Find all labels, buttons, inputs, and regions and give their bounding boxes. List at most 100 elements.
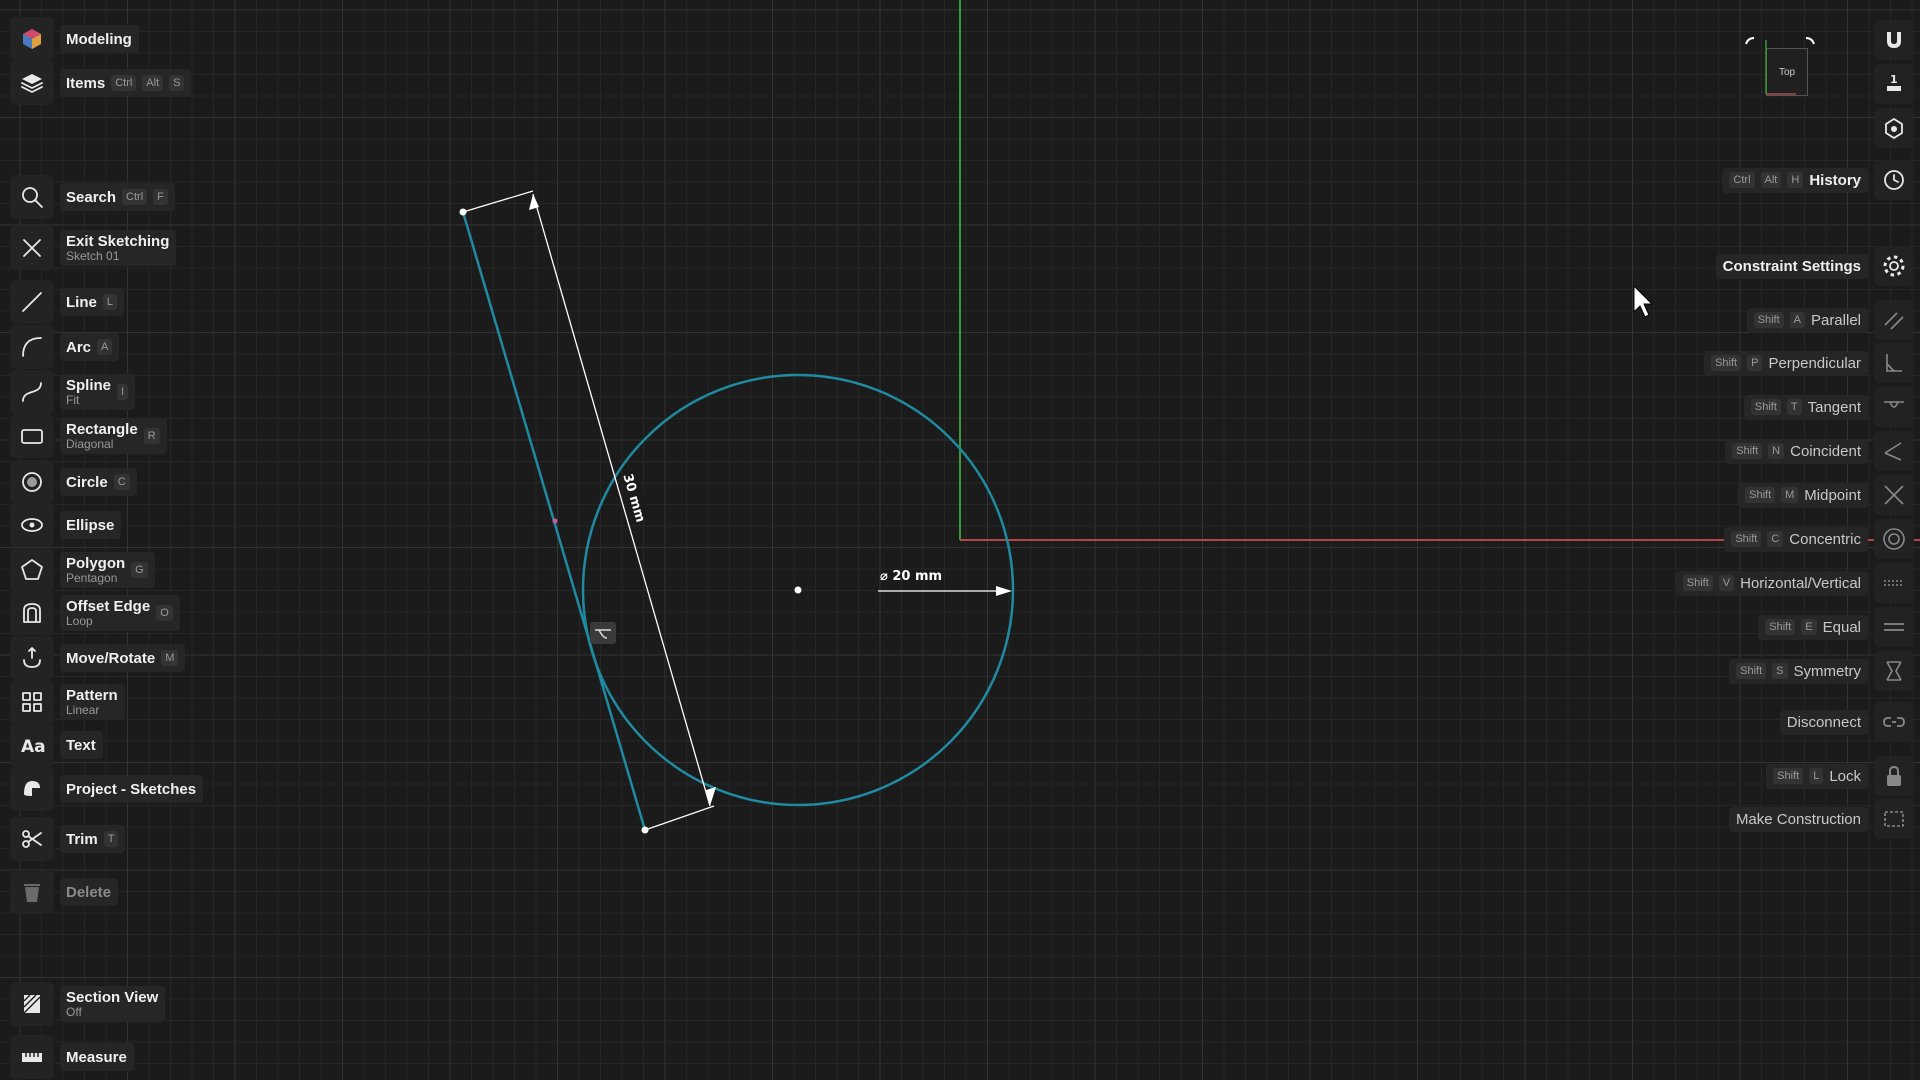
project-icon[interactable]: [10, 767, 54, 811]
tangent-icon[interactable]: [1874, 387, 1914, 427]
tool-label[interactable]: Arc A: [60, 333, 120, 361]
offset-edge-tool[interactable]: Offset Edge Loop O: [10, 591, 180, 635]
snap-icon[interactable]: [1874, 108, 1914, 148]
arc-icon[interactable]: [10, 325, 54, 369]
circle-tool[interactable]: Circle C: [10, 460, 137, 504]
parallel-constraint[interactable]: Shift A Parallel: [1746, 300, 1914, 340]
constraint-label[interactable]: Shift C Concentric: [1724, 526, 1868, 552]
trim-tool[interactable]: Trim T: [10, 817, 126, 861]
ellipse-icon[interactable]: [10, 503, 54, 547]
tool-label[interactable]: Modeling: [60, 25, 139, 53]
scale-icon[interactable]: 1: [1874, 64, 1914, 104]
symmetry-icon[interactable]: [1874, 651, 1914, 691]
offset-icon[interactable]: [10, 591, 54, 635]
ellipse-tool[interactable]: Ellipse: [10, 503, 122, 547]
horizontal-vertical-constraint[interactable]: Shift V Horizontal/Vertical: [1675, 563, 1914, 603]
parallel-icon[interactable]: [1874, 300, 1914, 340]
constraint-label[interactable]: Shift N Coincident: [1725, 438, 1868, 464]
spline-tool[interactable]: Spline Fit I: [10, 370, 136, 414]
lock-constraint[interactable]: Shift L Lock: [1766, 756, 1914, 796]
tool-label[interactable]: Exit Sketching Sketch 01: [60, 230, 177, 266]
text-icon[interactable]: Aa: [10, 723, 54, 767]
constraint-label[interactable]: Shift L Lock: [1766, 763, 1868, 789]
rectangle-tool[interactable]: Rectangle Diagonal R: [10, 414, 167, 458]
equal-icon[interactable]: [1874, 607, 1914, 647]
mode-button[interactable]: Modeling: [10, 17, 139, 61]
make-construction-button[interactable]: Make Construction: [1728, 799, 1914, 839]
project-sketches-tool[interactable]: Project - Sketches: [10, 767, 204, 811]
tool-label[interactable]: Rectangle Diagonal R: [60, 418, 167, 454]
pentagon-icon[interactable]: [10, 548, 54, 592]
perpendicular-constraint[interactable]: Shift P Perpendicular: [1704, 343, 1914, 383]
ruler-icon[interactable]: [10, 1035, 54, 1079]
close-icon[interactable]: [10, 226, 54, 270]
constraint-label[interactable]: Shift P Perpendicular: [1704, 350, 1868, 376]
delete-button[interactable]: Delete: [10, 870, 119, 914]
disconnect-button[interactable]: Disconnect: [1779, 702, 1914, 742]
pattern-tool[interactable]: Pattern Linear: [10, 680, 125, 724]
sketch-canvas[interactable]: 30 mm ⌀ 20 mm: [0, 0, 1920, 1080]
tool-label[interactable]: Circle C: [60, 468, 137, 496]
tool-label[interactable]: Delete: [60, 878, 119, 906]
constraint-label[interactable]: Shift E Equal: [1758, 614, 1868, 640]
tool-label[interactable]: Project - Sketches: [60, 775, 204, 803]
grid-pattern-icon[interactable]: [10, 680, 54, 724]
rectangle-icon[interactable]: [10, 414, 54, 458]
search-button[interactable]: Search Ctrl F: [10, 175, 175, 219]
tool-label[interactable]: Items Ctrl Alt S: [60, 69, 192, 97]
horizontal-vertical-icon[interactable]: [1874, 563, 1914, 603]
arc-tool[interactable]: Arc A: [10, 325, 120, 369]
exit-sketching-button[interactable]: Exit Sketching Sketch 01: [10, 226, 177, 270]
tangent-constraint-glyph[interactable]: [590, 622, 616, 644]
spline-icon[interactable]: [10, 370, 54, 414]
constraint-label[interactable]: Make Construction: [1728, 806, 1868, 832]
constraint-label[interactable]: Shift M Midpoint: [1738, 482, 1868, 508]
line-icon[interactable]: [10, 280, 54, 324]
scissors-icon[interactable]: [10, 817, 54, 861]
diameter-dimension-label[interactable]: ⌀ 20 mm: [880, 569, 942, 584]
tool-label[interactable]: Section View Off: [60, 986, 166, 1022]
section-view-button[interactable]: Section View Off: [10, 982, 166, 1026]
circle-center-point[interactable]: [794, 586, 802, 594]
tool-label[interactable]: Measure: [60, 1043, 134, 1071]
constraint-settings-button[interactable]: Constraint Settings: [1715, 246, 1914, 286]
tool-label[interactable]: Polygon Pentagon G: [60, 552, 155, 588]
tool-label[interactable]: Line L: [60, 288, 124, 316]
concentric-icon[interactable]: [1874, 519, 1914, 559]
midpoint-icon[interactable]: [1874, 475, 1914, 515]
constraint-label[interactable]: Shift S Symmetry: [1729, 658, 1868, 684]
disconnect-icon[interactable]: [1874, 702, 1914, 742]
clock-icon[interactable]: [1874, 160, 1914, 200]
coincident-icon[interactable]: [1874, 431, 1914, 471]
tool-label[interactable]: Move/Rotate M: [60, 644, 186, 672]
trash-icon[interactable]: [10, 870, 54, 914]
constraint-label[interactable]: Constraint Settings: [1715, 253, 1868, 279]
circle-icon[interactable]: [10, 460, 54, 504]
tool-label[interactable]: Search Ctrl F: [60, 183, 175, 211]
coincident-constraint[interactable]: Shift N Coincident: [1725, 431, 1914, 471]
perpendicular-icon[interactable]: [1874, 343, 1914, 383]
constraint-label[interactable]: Ctrl Alt H History: [1722, 167, 1868, 193]
tool-label[interactable]: Trim T: [60, 825, 126, 853]
polygon-tool[interactable]: Polygon Pentagon G: [10, 548, 155, 592]
constraint-label[interactable]: Shift A Parallel: [1746, 307, 1868, 333]
symmetry-constraint[interactable]: Shift S Symmetry: [1729, 651, 1914, 691]
move-icon[interactable]: [10, 636, 54, 680]
construction-icon[interactable]: [1874, 799, 1914, 839]
tool-label[interactable]: Ellipse: [60, 511, 122, 539]
section-icon[interactable]: [10, 982, 54, 1026]
search-icon[interactable]: [10, 175, 54, 219]
measure-button[interactable]: Measure: [10, 1035, 134, 1079]
tool-label[interactable]: Text: [60, 731, 103, 759]
history-button[interactable]: Ctrl Alt H History: [1722, 160, 1914, 200]
lock-icon[interactable]: [1874, 756, 1914, 796]
tool-label[interactable]: Spline Fit I: [60, 374, 136, 410]
cube-icon[interactable]: [10, 17, 54, 61]
magnet-icon[interactable]: [1874, 20, 1914, 60]
text-tool[interactable]: Aa Text: [10, 723, 103, 767]
layers-icon[interactable]: [10, 61, 54, 105]
constraint-label[interactable]: Shift V Horizontal/Vertical: [1675, 570, 1868, 596]
tool-label[interactable]: Offset Edge Loop O: [60, 595, 180, 631]
line-tool[interactable]: Line L: [10, 280, 124, 324]
midpoint-constraint[interactable]: Shift M Midpoint: [1738, 475, 1914, 515]
